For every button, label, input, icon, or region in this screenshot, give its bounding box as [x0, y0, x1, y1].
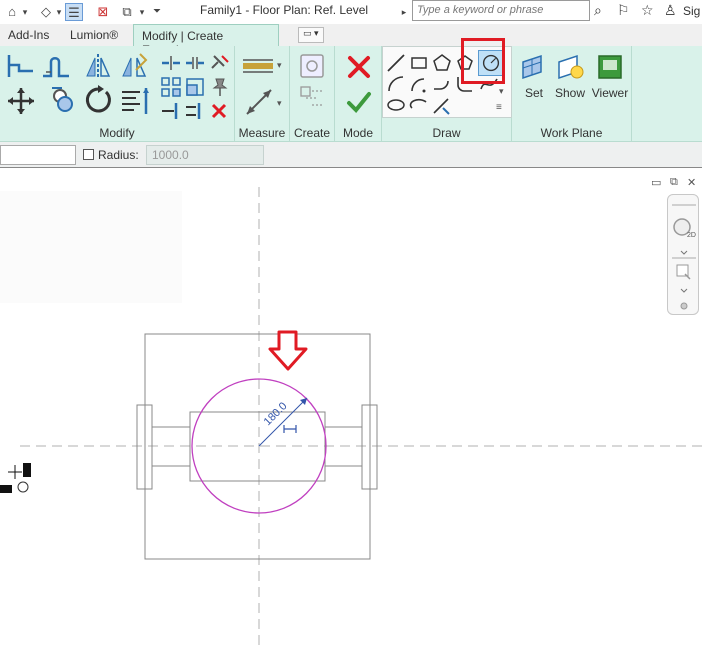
panel-label-create: Create: [293, 126, 331, 140]
cursor-icon: [23, 463, 31, 477]
radius-checkbox[interactable]: [83, 149, 94, 160]
search-input[interactable]: Type a keyword or phrase: [412, 0, 590, 21]
finish-edit-mode-icon[interactable]: [346, 90, 372, 114]
svg-text:2D: 2D: [687, 232, 696, 239]
close-view-icon[interactable]: ✕: [687, 176, 696, 189]
rectangle-icon[interactable]: [408, 52, 430, 74]
viewer-button[interactable]: Viewer: [588, 50, 632, 110]
switch-windows-icon[interactable]: ⧉: [118, 3, 136, 21]
set-label: Set: [524, 86, 543, 100]
restore-view-icon[interactable]: ⧉: [670, 176, 678, 189]
home-icon[interactable]: ⌂: [4, 3, 20, 21]
panel-create: Create: [290, 46, 335, 142]
aligned-dimension-icon[interactable]: [243, 86, 275, 118]
circle-tool-highlight: [461, 38, 505, 84]
cancel-edit-mode-icon[interactable]: [346, 54, 372, 80]
expand-list-icon[interactable]: ≡: [496, 102, 502, 113]
model-group-icon[interactable]: [298, 84, 326, 112]
panel-modify: Modify: [0, 46, 235, 142]
move-icon[interactable]: [6, 86, 36, 116]
trim-single-icon[interactable]: [160, 100, 182, 122]
inner-rectangle[interactable]: [189, 411, 326, 482]
cursor-icon: [0, 485, 12, 493]
tab-modify-create-extrusion[interactable]: Modify | Create Extrusion: [133, 24, 279, 57]
pin-icon[interactable]: [208, 76, 230, 98]
options-bar: Radius: 1000.0: [0, 142, 702, 168]
user-icon[interactable]: ♙: [664, 2, 677, 19]
viewer-label: Viewer: [591, 86, 629, 100]
split-with-gap-icon[interactable]: [184, 52, 206, 74]
measure-distance-icon[interactable]: [241, 54, 277, 78]
dropdown-arrow-icon[interactable]: ▾: [137, 3, 147, 21]
close-hidden-windows-icon[interactable]: ⊠: [94, 3, 112, 21]
navigate-icon[interactable]: ◇: [38, 3, 54, 21]
panel-label-work-plane: Work Plane: [540, 126, 603, 140]
center-ends-arc-icon[interactable]: [408, 73, 430, 95]
dropdown-arrow-icon[interactable]: ▾: [20, 3, 30, 21]
tab-lumion[interactable]: Lumion®: [62, 24, 126, 46]
radius-input[interactable]: 1000.0: [146, 145, 264, 165]
dimension-text[interactable]: 180.0: [262, 400, 290, 428]
panel-measure: ▾ ▾ Measure: [235, 46, 290, 142]
line-icon[interactable]: [385, 52, 407, 74]
dropdown-arrow-icon[interactable]: ▾: [277, 60, 282, 71]
crosshair-icon: [8, 465, 22, 479]
panel-mode: Mode: [335, 46, 382, 142]
trim-extend-icon[interactable]: [120, 86, 154, 116]
revit-window: ⌂ ▾ ◇ ▾ ☰ ⊠ ⧉ ▾ ⏷ Family1 - Floor Plan: …: [0, 0, 702, 647]
panel-label-modify: Modify: [99, 126, 135, 140]
dropdown-arrow-icon[interactable]: ▾: [277, 98, 282, 109]
unpin-icon[interactable]: [208, 52, 230, 74]
rotate-icon[interactable]: [84, 84, 114, 116]
copy-icon[interactable]: [48, 84, 76, 116]
ribbon: Modify ▾ ▾ Measure Create Mode ▾ ≡ Draw …: [0, 46, 702, 142]
ellipse-icon[interactable]: [385, 94, 407, 116]
binoculars-icon[interactable]: ⌕: [594, 2, 602, 19]
show-label: Show: [554, 86, 586, 100]
delete-icon[interactable]: [208, 100, 230, 122]
split-element-icon[interactable]: [160, 52, 182, 74]
panel-label-mode: Mode: [342, 126, 374, 140]
view-region: [0, 191, 182, 303]
tangent-end-arc-icon[interactable]: [431, 73, 453, 95]
inscribed-polygon-icon[interactable]: [431, 52, 453, 74]
component-icon[interactable]: [298, 52, 326, 80]
start-end-radius-arc-icon[interactable]: [385, 73, 407, 95]
customize-qat-icon[interactable]: ⏷: [151, 3, 163, 21]
offset-icon[interactable]: [40, 52, 72, 80]
mirror-pick-axis-icon[interactable]: [84, 52, 112, 80]
favorites-star-icon[interactable]: ☆: [641, 2, 654, 19]
mirror-draw-axis-icon[interactable]: [120, 52, 148, 80]
pick-lines-icon[interactable]: [431, 94, 453, 116]
scale-icon[interactable]: [184, 76, 206, 98]
outer-rectangle[interactable]: [144, 333, 371, 560]
user-label[interactable]: Sig: [683, 4, 700, 18]
minimize-view-icon[interactable]: ▭: [651, 176, 661, 189]
panel-label-measure: Measure: [238, 126, 286, 140]
partial-ellipse-icon[interactable]: [408, 94, 430, 116]
trim-multiple-icon[interactable]: [184, 100, 206, 122]
ribbon-minimize-button[interactable]: ▭ ▾: [298, 27, 324, 43]
title-bar: ⌂ ▾ ◇ ▾ ☰ ⊠ ⧉ ▾ ⏷ Family1 - Floor Plan: …: [0, 0, 702, 24]
subscription-icon[interactable]: ⚐: [617, 2, 630, 19]
array-icon[interactable]: [160, 76, 182, 98]
panel-label-draw: Draw: [432, 126, 461, 140]
expand-arrow-icon[interactable]: ▸: [399, 3, 409, 21]
align-icon[interactable]: [6, 52, 34, 80]
dropdown-arrow-icon[interactable]: ▾: [499, 86, 504, 97]
tab-add-ins[interactable]: Add-Ins: [0, 24, 57, 46]
cursor-circle-icon: [17, 481, 29, 493]
dropdown-arrow-icon[interactable]: ▾: [54, 3, 64, 21]
radius-label: Radius:: [98, 148, 139, 162]
navigation-bar: 2D: [667, 194, 699, 315]
thin-lines-icon[interactable]: ☰: [65, 3, 83, 21]
drawing-canvas[interactable]: 180.0: [0, 169, 702, 647]
show-work-plane-button[interactable]: Show: [548, 50, 592, 110]
options-left-field[interactable]: [0, 145, 76, 165]
ribbon-tabs: Add-Ins Lumion® Modify | Create Extrusio…: [0, 24, 702, 57]
panel-work-plane: Set Show Viewer Work Plane: [512, 46, 632, 142]
pointer-down-arrow-icon: [268, 330, 308, 371]
window-title: Family1 - Floor Plan: Ref. Level: [200, 3, 369, 17]
dimension-lock-icon[interactable]: [283, 425, 297, 433]
